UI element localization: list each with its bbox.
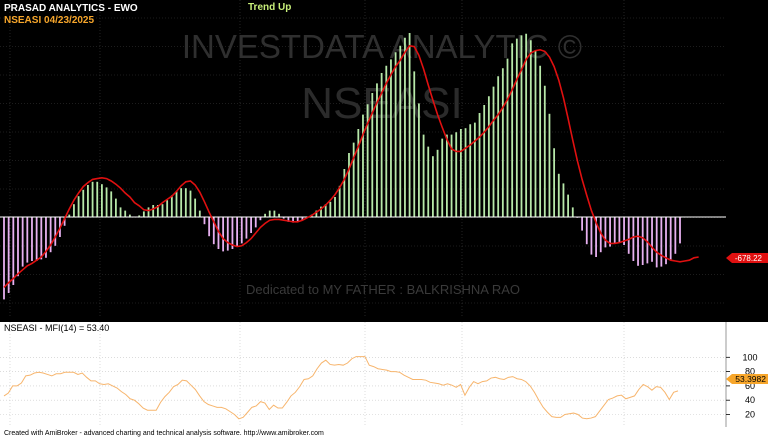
chart-title: PRASAD ANALYTICS - EWO [4, 3, 138, 14]
mfi-tick-label: 100 [742, 352, 757, 362]
mfi-value-tag: 53.3982 [726, 374, 768, 384]
symbol-date-label: NSEASI 04/23/2025 [4, 15, 94, 26]
mfi-tick-label: 40 [745, 395, 755, 405]
mfi-title-text: NSEASI - MFI(14) = 53.40 [4, 323, 109, 333]
dedication-watermark: Dedicated to MY FATHER : BALKRISHNA RAO [246, 282, 520, 297]
panel-separator [0, 317, 768, 322]
footer-credit: Created with AmiBroker - advanced charti… [4, 430, 324, 437]
mfi-title: NSEASI - MFI(14) = 53.40 [4, 323, 109, 333]
ewo-value-tag: -678.22 [726, 253, 768, 263]
trend-label: Trend Up [248, 2, 291, 13]
ewo-value-label: -678.22 [735, 254, 763, 263]
mfi-tick-label: 20 [745, 410, 755, 420]
chart-root: INVESTDATA ANALYTIC © NSEASI Dedicated t… [0, 0, 768, 437]
mfi-value-label: 53.3982 [735, 374, 766, 384]
bottom-panel-background [0, 322, 768, 427]
